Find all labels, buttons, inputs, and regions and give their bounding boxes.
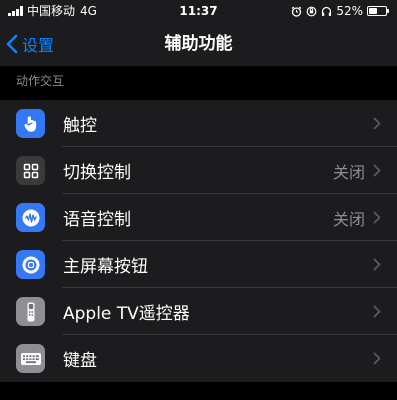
chevron-right-icon — [373, 352, 381, 365]
remote-icon — [16, 297, 45, 326]
list-item-keyboard[interactable]: 键盘 — [0, 335, 397, 382]
list-item-voice-control[interactable]: 语音控制 关闭 — [0, 194, 397, 241]
list-item-value: 关闭 — [332, 162, 365, 182]
chevron-right-icon — [373, 305, 381, 318]
list-item-value: 关闭 — [332, 209, 365, 229]
bottom-area — [0, 382, 397, 400]
page-title: 辅助功能 — [164, 34, 233, 54]
list-item-apple-tv-remote[interactable]: Apple TV遥控器 — [0, 288, 397, 335]
alarm-icon — [291, 6, 302, 17]
voice-control-icon — [16, 203, 45, 232]
chevron-right-icon — [373, 164, 381, 177]
battery-percent: 52% — [336, 4, 363, 18]
list-item-switch-control[interactable]: 切换控制 关闭 — [0, 147, 397, 194]
list-item-label: 切换控制 — [63, 163, 131, 183]
list-item-label: Apple TV遥控器 — [63, 304, 190, 324]
chevron-right-icon — [373, 117, 381, 130]
chevron-right-icon — [373, 211, 381, 224]
status-right: 52% — [291, 0, 389, 22]
list-item-touch[interactable]: 触控 — [0, 100, 397, 147]
battery-fill — [369, 8, 378, 14]
headphones-icon — [322, 6, 332, 16]
list-item-label: 触控 — [63, 116, 97, 136]
list-item-home-button[interactable]: 主屏幕按钮 — [0, 241, 397, 288]
list-item-label: 语音控制 — [63, 210, 131, 230]
section-header: 动作交互 — [16, 74, 65, 88]
chevron-right-icon — [373, 258, 381, 271]
home-button-icon — [16, 250, 45, 279]
settings-list: 触控 切换控制 关闭 语音控制 关闭 主屏幕按钮 Apple TV遥控器 键盘 — [0, 100, 397, 382]
hand-touch-icon — [16, 109, 45, 138]
grid-icon — [16, 156, 45, 185]
list-item-label: 键盘 — [63, 351, 97, 371]
orientation-lock-icon — [306, 6, 317, 16]
status-bar: 中国移动 4G 11:37 52% — [0, 0, 397, 22]
battery-icon — [367, 6, 389, 16]
navigation-bar: 设置 辅助功能 — [0, 22, 397, 66]
keyboard-icon — [16, 344, 45, 373]
list-item-label: 主屏幕按钮 — [63, 257, 148, 277]
